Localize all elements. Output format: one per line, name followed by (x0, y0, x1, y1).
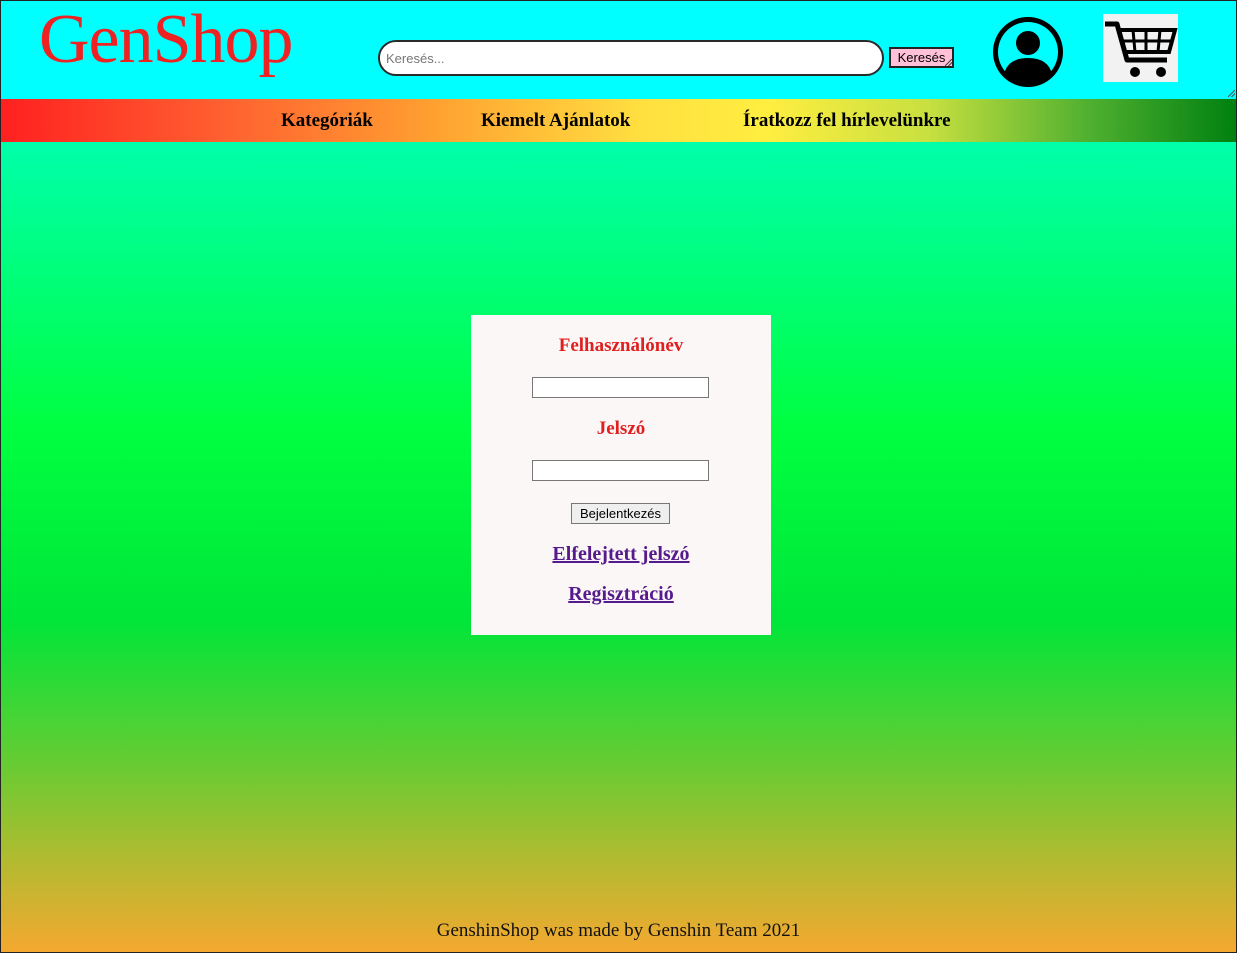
search-input[interactable] (378, 40, 884, 76)
site-logo[interactable]: GenShop (39, 0, 294, 80)
username-field[interactable] (532, 377, 709, 398)
nav-item-newsletter[interactable]: Íratkozz fel hírlevelünkre (743, 99, 951, 142)
user-avatar-icon[interactable] (990, 14, 1066, 90)
main-nav: Kategóriák Kiemelt Ajánlatok Íratkozz fe… (0, 99, 1237, 142)
password-field[interactable] (532, 460, 709, 481)
site-header: GenShop Keresés (0, 0, 1237, 99)
nav-item-categories[interactable]: Kategóriák (281, 99, 373, 142)
forgot-password-link[interactable]: Elfelejtett jelszó (471, 543, 771, 566)
login-button[interactable]: Bejelentkezés (571, 503, 670, 524)
login-form: Felhasználónév Jelszó Bejelentkezés Elfe… (471, 315, 771, 635)
footer-text: GenshinShop was made by Genshin Team 202… (436, 920, 801, 941)
nav-item-featured-offers[interactable]: Kiemelt Ajánlatok (481, 99, 630, 142)
resize-grip-icon[interactable] (945, 59, 952, 66)
resize-grip-icon[interactable] (1228, 90, 1235, 97)
password-label: Jelszó (596, 418, 646, 439)
register-link[interactable]: Regisztráció (471, 583, 771, 606)
username-label: Felhasználónév (558, 335, 684, 356)
shopping-cart-icon[interactable] (1103, 14, 1178, 82)
